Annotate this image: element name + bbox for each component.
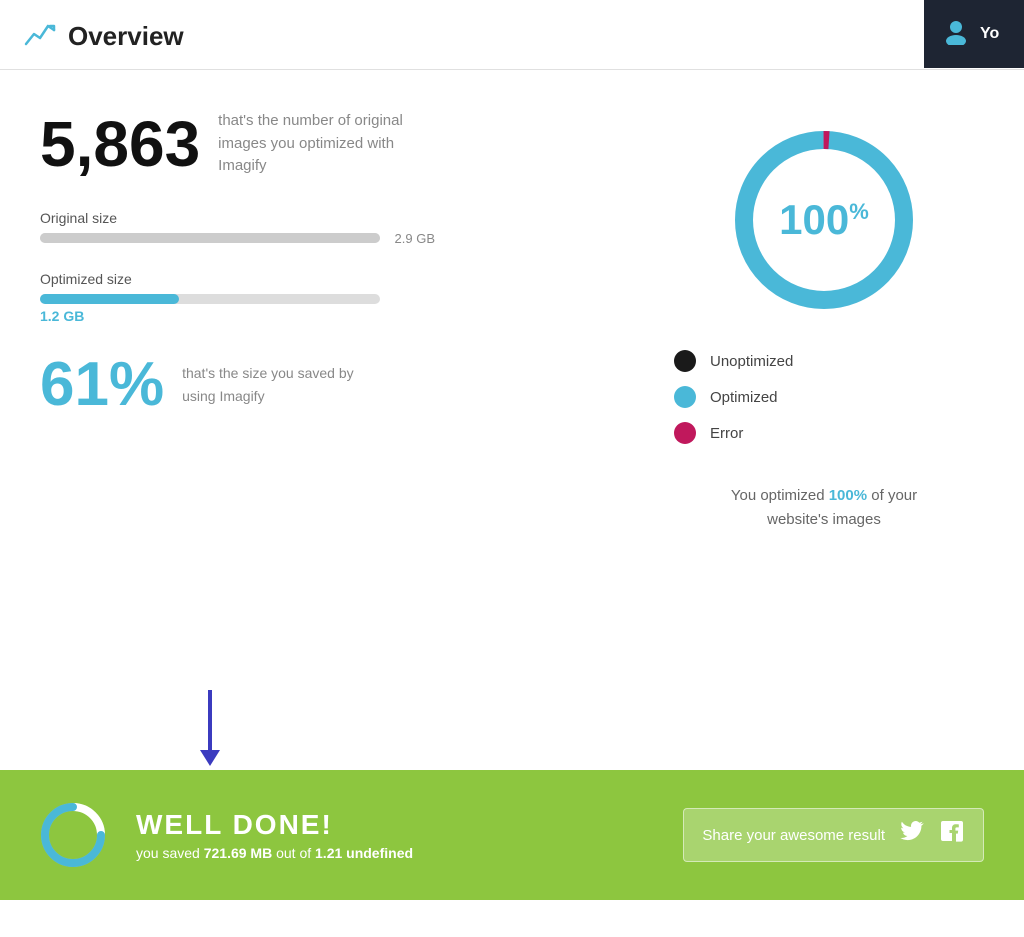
legend-optimized: Optimized: [674, 386, 974, 408]
savings-row: 61% that's the size you saved by using I…: [40, 354, 604, 416]
image-count-desc: that's the number of original images you…: [218, 110, 418, 178]
original-size-bar-fill: [40, 233, 380, 243]
legend-unoptimized: Unoptimized: [674, 350, 974, 372]
banner-sub-mid: out of: [272, 845, 315, 861]
user-icon: [942, 17, 970, 52]
optimized-summary: You optimized 100% of yourwebsite's imag…: [731, 484, 917, 532]
page-title: Overview: [68, 21, 184, 52]
legend-label-unoptimized: Unoptimized: [710, 353, 793, 370]
legend-dot-optimized: [674, 386, 696, 408]
banner-title: WELL DONE!: [136, 809, 653, 841]
donut-center-value: 100%: [779, 199, 869, 241]
donut-chart: 100%: [724, 120, 924, 320]
banner-saved-amount: 721.69 MB: [204, 845, 272, 861]
banner-total-amount: 1.21 undefined: [315, 845, 413, 861]
share-label: Share your awesome result: [702, 827, 885, 844]
original-size-section: Original size 2.9 GB: [40, 210, 604, 243]
optimized-size-bar-fill: [40, 294, 179, 304]
facebook-icon[interactable]: [939, 819, 965, 851]
optimized-size-label: Optimized size: [40, 271, 604, 287]
chart-legend: Unoptimized Optimized Error: [664, 350, 984, 458]
optimized-size-bar: [40, 294, 380, 304]
arrow-shaft: [208, 690, 212, 750]
right-panel: 100% Unoptimized Optimized Error You opt…: [664, 110, 984, 660]
original-size-bar: 2.9 GB: [40, 233, 380, 243]
banner-text: WELL DONE! you saved 721.69 MB out of 1.…: [136, 809, 653, 861]
banner-icon: [40, 802, 106, 868]
savings-desc: that's the size you saved by using Imagi…: [182, 362, 362, 407]
banner-sub-prefix: you saved: [136, 845, 204, 861]
image-count-value: 5,863: [40, 112, 200, 176]
image-count-stat: 5,863 that's the number of original imag…: [40, 110, 604, 178]
user-menu[interactable]: Yo: [924, 0, 1024, 68]
legend-dot-unoptimized: [674, 350, 696, 372]
optimized-size-value: 1.2 GB: [40, 308, 604, 324]
share-box[interactable]: Share your awesome result: [683, 808, 984, 862]
arrow-head: [200, 750, 220, 766]
legend-error: Error: [674, 422, 974, 444]
legend-label-error: Error: [710, 425, 743, 442]
chart-icon: [24, 18, 56, 55]
green-banner: WELL DONE! you saved 721.69 MB out of 1.…: [0, 770, 1024, 900]
twitter-icon[interactable]: [899, 819, 925, 851]
optimized-size-section: Optimized size 1.2 GB: [40, 271, 604, 324]
main-content: 5,863 that's the number of original imag…: [0, 70, 1024, 690]
user-label: Yo: [980, 25, 999, 43]
down-arrow: [200, 690, 220, 766]
optimized-pct-highlight: 100%: [829, 487, 867, 504]
left-panel: 5,863 that's the number of original imag…: [40, 110, 604, 660]
savings-percent: 61%: [40, 354, 164, 416]
legend-label-optimized: Optimized: [710, 389, 778, 406]
original-size-value: 2.9 GB: [395, 231, 435, 246]
legend-dot-error: [674, 422, 696, 444]
banner-subtitle: you saved 721.69 MB out of 1.21 undefine…: [136, 845, 653, 861]
arrow-section: [0, 690, 1024, 770]
original-size-label: Original size: [40, 210, 604, 226]
header: Overview Yo: [0, 0, 1024, 70]
